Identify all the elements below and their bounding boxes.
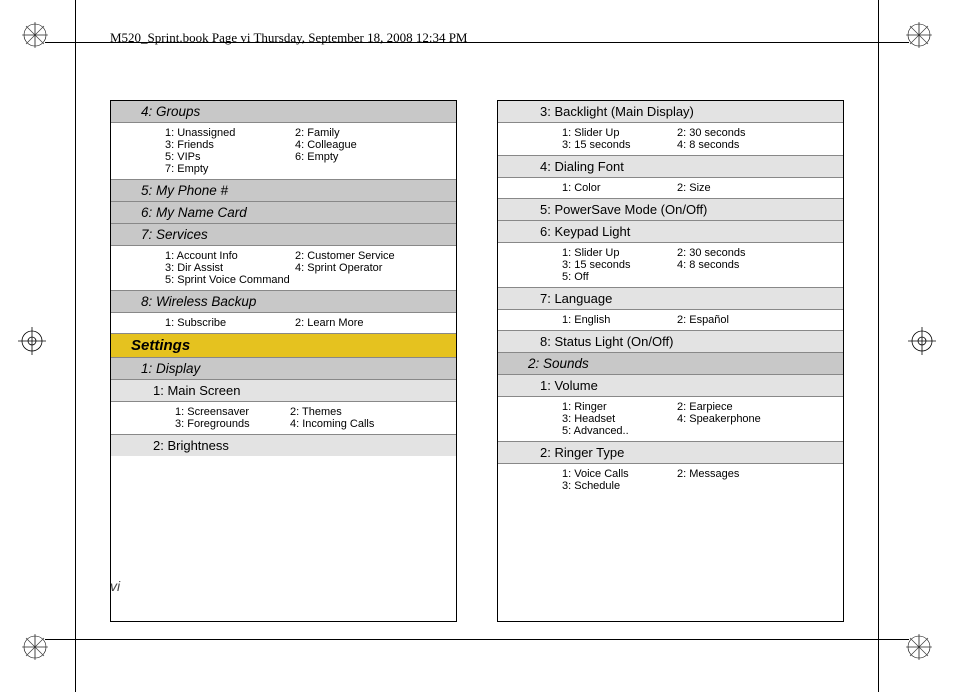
heading-keypad-light: 6: Keypad Light (498, 221, 843, 243)
heading-wireless-backup: 8: Wireless Backup (111, 291, 456, 313)
heading-my-name-card: 6: My Name Card (111, 202, 456, 224)
heading-dialing-font: 4: Dialing Font (498, 156, 843, 178)
heading-settings: Settings (111, 334, 456, 358)
page-content: 4: Groups 1: Unassigned2: Family 3: Frie… (110, 100, 844, 622)
options-dialing-font: 1: Color2: Size (498, 178, 843, 199)
crop-mark-icon (906, 634, 932, 660)
options-services: 1: Account Info2: Customer Service 3: Di… (111, 246, 456, 291)
crop-mark-icon (22, 22, 48, 48)
heading-powersave: 5: PowerSave Mode (On/Off) (498, 199, 843, 221)
heading-main-screen: 1: Main Screen (111, 380, 456, 402)
heading-status-light: 8: Status Light (On/Off) (498, 331, 843, 353)
right-column: 3: Backlight (Main Display) 1: Slider Up… (497, 100, 844, 622)
heading-ringer-type: 2: Ringer Type (498, 442, 843, 464)
heading-brightness: 2: Brightness (111, 435, 456, 456)
options-groups: 1: Unassigned2: Family 3: Friends4: Coll… (111, 123, 456, 180)
crop-mark-icon (22, 634, 48, 660)
heading-groups: 4: Groups (111, 101, 456, 123)
heading-sounds: 2: Sounds (498, 353, 843, 375)
options-wireless-backup: 1: Subscribe2: Learn More (111, 313, 456, 334)
options-keypad-light: 1: Slider Up2: 30 seconds 3: 15 seconds4… (498, 243, 843, 288)
page-number: vi (110, 578, 120, 594)
document-header: M520_Sprint.book Page vi Thursday, Septe… (110, 30, 468, 46)
registration-mark-icon (908, 327, 936, 355)
heading-display: 1: Display (111, 358, 456, 380)
registration-mark-icon (18, 327, 46, 355)
options-backlight: 1: Slider Up2: 30 seconds 3: 15 seconds4… (498, 123, 843, 156)
options-language: 1: English2: Español (498, 310, 843, 331)
options-ringer-type: 1: Voice Calls2: Messages 3: Schedule (498, 464, 843, 496)
heading-language: 7: Language (498, 288, 843, 310)
heading-services: 7: Services (111, 224, 456, 246)
crop-mark-icon (906, 22, 932, 48)
heading-backlight: 3: Backlight (Main Display) (498, 101, 843, 123)
options-main-screen: 1: Screensaver2: Themes 3: Foregrounds4:… (111, 402, 456, 435)
heading-volume: 1: Volume (498, 375, 843, 397)
left-column: 4: Groups 1: Unassigned2: Family 3: Frie… (110, 100, 457, 622)
options-volume: 1: Ringer2: Earpiece 3: Headset4: Speake… (498, 397, 843, 442)
heading-my-phone: 5: My Phone # (111, 180, 456, 202)
